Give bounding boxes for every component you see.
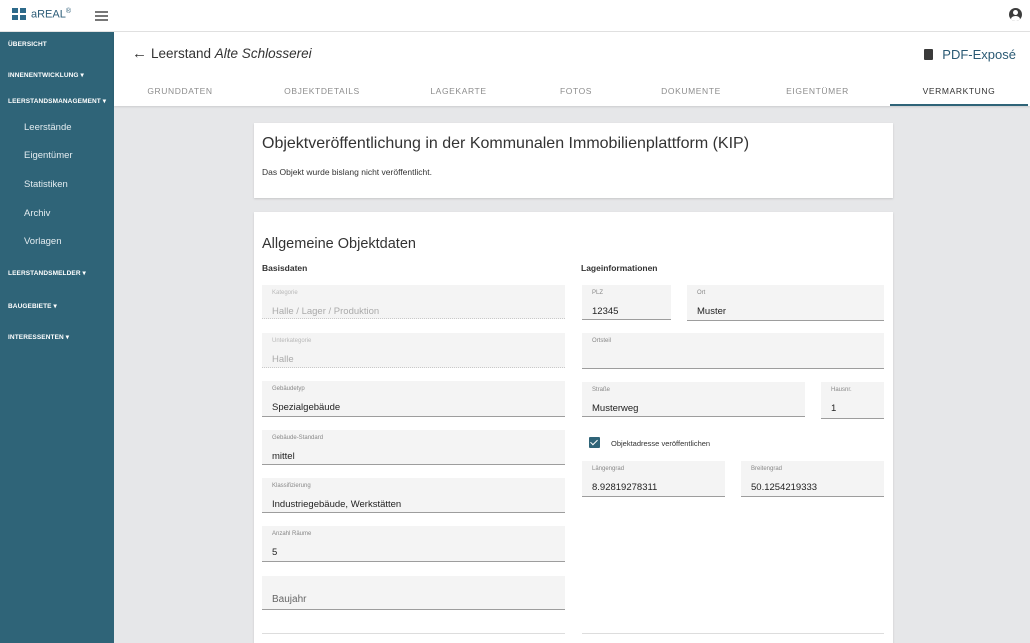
publish-address-checkbox[interactable] bbox=[589, 437, 600, 448]
klassifizierung-select[interactable]: Klassifizierung Industriegebäude, Werkst… bbox=[262, 478, 565, 513]
menu-icon[interactable] bbox=[95, 11, 108, 21]
sidebar-section-innenentwicklung[interactable]: INNENENTWICKLUNG ▾ bbox=[8, 71, 84, 79]
baujahr-input[interactable]: Baujahr bbox=[262, 576, 565, 610]
tab-objektdetails[interactable]: OBJEKTDETAILS bbox=[246, 82, 398, 106]
book-icon bbox=[924, 49, 934, 60]
page-title: Leerstand Alte Schlosserei bbox=[151, 46, 312, 61]
sidebar: ÜBERSICHT INNENENTWICKLUNG ▾ LEERSTANDSM… bbox=[0, 32, 114, 643]
sidebar-section-baugebiete[interactable]: BAUGEBIETE ▾ bbox=[8, 302, 57, 310]
user-account-icon[interactable] bbox=[1009, 8, 1022, 21]
sidebar-section-leerstandsmelder[interactable]: LEERSTANDSMELDER ▾ bbox=[8, 269, 86, 277]
sidebar-item-vorlagen[interactable]: Vorlagen bbox=[24, 236, 62, 247]
tab-bar: GRUNDDATEN OBJEKTDETAILS LAGEKARTE FOTOS… bbox=[114, 82, 1030, 106]
unterkategorie-field: Unterkategorie Halle bbox=[262, 333, 565, 368]
hausnr-input[interactable]: Hausnr. 1 bbox=[821, 382, 884, 419]
sidebar-item-leerstaende[interactable]: Leerstände bbox=[24, 122, 72, 133]
kip-status-text: Das Objekt wurde bislang nicht veröffent… bbox=[262, 167, 432, 177]
kategorie-field: Kategorie Halle / Lager / Produktion bbox=[262, 285, 565, 319]
gebaeudetyp-select[interactable]: Gebäudetyp Spezialgebäude bbox=[262, 381, 565, 417]
tab-vermarktung[interactable]: VERMARKTUNG bbox=[890, 82, 1028, 106]
tab-dokumente[interactable]: DOKUMENTE bbox=[633, 82, 749, 106]
tab-eigentuemer[interactable]: EIGENTÜMER bbox=[749, 82, 886, 106]
anzahl-raeume-input[interactable]: Anzahl Räume 5 bbox=[262, 526, 565, 562]
pdf-expose-label: PDF-Exposé bbox=[942, 47, 1016, 62]
strasse-input[interactable]: Straße Musterweg bbox=[582, 382, 805, 417]
pdf-expose-button[interactable]: PDF-Exposé bbox=[924, 47, 1016, 62]
laengengrad-input[interactable]: Längengrad 8.92819278311 bbox=[582, 461, 725, 497]
sidebar-item-eigentuemer[interactable]: Eigentümer bbox=[24, 150, 73, 161]
kip-card: Objektveröffentlichung in der Kommunalen… bbox=[254, 123, 893, 198]
tab-fotos[interactable]: FOTOS bbox=[519, 82, 633, 106]
divider bbox=[262, 633, 565, 634]
breitengrad-input[interactable]: Breitengrad 50.1254219333 bbox=[741, 461, 884, 497]
objektdaten-title: Allgemeine Objektdaten bbox=[262, 236, 416, 252]
plz-input[interactable]: PLZ 12345 bbox=[582, 285, 671, 320]
kip-title: Objektveröffentlichung in der Kommunalen… bbox=[262, 135, 750, 152]
top-bar: aREAL® bbox=[0, 0, 1030, 32]
sidebar-section-interessenten[interactable]: INTERESSENTEN ▾ bbox=[8, 333, 69, 341]
lageinformationen-heading: Lageinformationen bbox=[581, 263, 658, 273]
basisdaten-heading: Basisdaten bbox=[262, 263, 308, 273]
sidebar-section-leerstandsmanagement[interactable]: LEERSTANDSMANAGEMENT ▾ bbox=[8, 97, 106, 105]
ortsteil-input[interactable]: Ortsteil bbox=[582, 333, 884, 369]
ort-input[interactable]: Ort Muster bbox=[687, 285, 884, 321]
logo-text: aREAL® bbox=[31, 8, 72, 21]
divider bbox=[582, 633, 884, 634]
sidebar-section-uebersicht[interactable]: ÜBERSICHT bbox=[8, 41, 47, 48]
publish-address-label: Objektadresse veröffentlichen bbox=[611, 439, 711, 448]
tab-lagekarte[interactable]: LAGEKARTE bbox=[398, 82, 519, 106]
page-header: ← Leerstand Alte Schlosserei PDF-Exposé … bbox=[114, 32, 1030, 106]
app-logo[interactable]: aREAL® bbox=[12, 8, 71, 21]
sidebar-item-archiv[interactable]: Archiv bbox=[24, 208, 50, 219]
gebaeude-standard-select[interactable]: Gebäude-Standard mittel bbox=[262, 430, 565, 465]
back-arrow-icon[interactable]: ← bbox=[132, 45, 147, 62]
logo-icon bbox=[12, 8, 27, 21]
tab-grunddaten[interactable]: GRUNDDATEN bbox=[114, 82, 246, 106]
sidebar-item-statistiken[interactable]: Statistiken bbox=[24, 179, 68, 190]
